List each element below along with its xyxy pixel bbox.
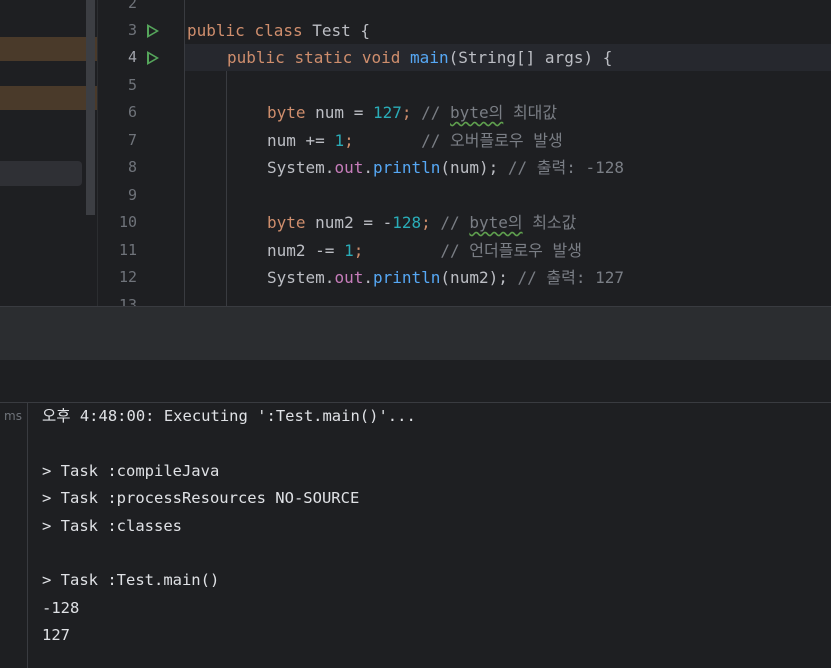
parameter: args — [544, 48, 584, 67]
comment-typo: byte의 — [469, 213, 523, 232]
run-gutter-icon[interactable] — [147, 24, 159, 38]
semicolon: ; — [344, 131, 354, 150]
type-name: String — [458, 48, 517, 67]
code-text: num2 = - — [305, 213, 393, 232]
code-text: { — [350, 21, 371, 40]
code-line-8[interactable]: System.out.println(num); // 출력: -128 — [185, 154, 831, 181]
console-line: > Task :processResources NO-SOURCE — [42, 489, 360, 508]
comment: // 언더플로우 발생 — [440, 241, 582, 260]
run-gutter-icon[interactable] — [147, 51, 159, 65]
line-number: 4 — [127, 48, 137, 66]
keyword: void — [361, 48, 401, 67]
code-editor[interactable]: 2 3 4 5 6 7 8 9 10 11 12 13 public class… — [0, 0, 831, 306]
panel-highlight-row — [0, 37, 97, 61]
code-text: . — [363, 268, 373, 287]
code-text: num = — [305, 103, 373, 122]
line-number-gutter: 2 3 4 5 6 7 8 9 10 11 12 13 — [97, 0, 184, 306]
console-line: > Task :Test.main() — [42, 571, 220, 590]
semicolon: ; — [353, 241, 364, 260]
console-line: 오후 4:48:00: Executing ':Test.main()'... — [42, 407, 416, 425]
class-name: System — [267, 268, 325, 287]
number-literal: 127 — [372, 103, 402, 122]
line-number: 9 — [127, 186, 137, 204]
code-text: (num); — [440, 158, 499, 177]
code-line-7[interactable]: num += 1; // 오버플로우 발생 — [185, 127, 831, 154]
keyword: static — [294, 48, 353, 67]
line-number: 8 — [127, 158, 137, 176]
comment: // — [430, 213, 470, 232]
method-name: main — [410, 48, 449, 67]
comment: 최대값 — [503, 103, 558, 122]
line-number: 2 — [127, 0, 137, 12]
comment: // 출력: -128 — [498, 158, 624, 177]
keyword: byte — [267, 213, 306, 232]
comment: // 오버플로우 발생 — [421, 131, 563, 150]
code-text: num2 -= — [267, 241, 345, 260]
code-text: . — [324, 268, 335, 287]
line-number: 11 — [118, 241, 137, 259]
run-toolbar — [0, 360, 831, 403]
line-number: 6 — [127, 103, 137, 121]
console-gutter: ms — [0, 403, 28, 668]
comment: // — [411, 103, 451, 122]
code-area[interactable]: public class Test { public static void m… — [184, 0, 831, 306]
number-literal: 1 — [344, 241, 354, 260]
panel-scrollbar[interactable] — [86, 0, 95, 215]
code-line-11[interactable]: num2 -= 1; // 언더플로우 발생 — [185, 237, 831, 264]
code-text: ( — [448, 48, 459, 67]
line-number: 12 — [118, 268, 137, 286]
panel-highlight-row — [0, 86, 97, 110]
console-line: -128 — [42, 598, 80, 617]
line-number: 7 — [127, 131, 137, 149]
number-literal: 128 — [392, 213, 422, 232]
method-call: println — [372, 268, 441, 287]
line-number: 3 — [127, 21, 137, 39]
comment-typo: byte의 — [450, 103, 504, 122]
code-line-3[interactable]: public class Test { — [185, 17, 831, 44]
semicolon: ; — [401, 103, 412, 122]
keyword: public — [187, 21, 245, 40]
line-number: 13 — [118, 296, 137, 306]
code-line-10[interactable]: byte num2 = -128; // byte의 최소값 — [185, 209, 831, 236]
method-call: println — [372, 158, 441, 177]
timing-label: ms — [4, 409, 22, 423]
code-line-4[interactable]: public static void main(String[] args) { — [185, 44, 831, 71]
line-number: 10 — [118, 213, 137, 231]
line-number: 5 — [127, 76, 137, 94]
console-line: > Task :classes — [42, 516, 182, 535]
class-name: System — [267, 158, 325, 177]
code-text: . — [363, 158, 373, 177]
code-text: num += — [267, 131, 335, 150]
code-text: [] — [516, 48, 545, 67]
keyword: byte — [267, 103, 306, 122]
code-line-6[interactable]: byte num = 127; // byte의 최대값 — [185, 99, 831, 126]
code-text: . — [324, 158, 335, 177]
comment: // 출력: 127 — [507, 268, 624, 287]
tool-window-header[interactable] — [0, 306, 831, 361]
static-field: out — [334, 268, 364, 287]
semicolon: ; — [421, 213, 431, 232]
console-line: > Task :compileJava — [42, 461, 220, 480]
keyword: class — [254, 21, 303, 40]
comment: 최소값 — [522, 213, 577, 232]
code-text: ) { — [583, 48, 613, 67]
left-tool-panel — [0, 0, 97, 306]
run-console[interactable]: ms 오후 4:48:00: Executing ':Test.main()'.… — [0, 403, 831, 668]
keyword: public — [227, 48, 285, 67]
code-line-12[interactable]: System.out.println(num2); // 출력: 127 — [185, 264, 831, 291]
console-output[interactable]: 오후 4:48:00: Executing ':Test.main()'... … — [42, 403, 822, 650]
console-line: 127 — [42, 626, 70, 645]
number-literal: 1 — [334, 131, 345, 150]
static-field: out — [334, 158, 364, 177]
code-text: (num2); — [440, 268, 508, 287]
panel-selected-row[interactable] — [0, 161, 82, 186]
class-name: Test — [312, 21, 351, 40]
